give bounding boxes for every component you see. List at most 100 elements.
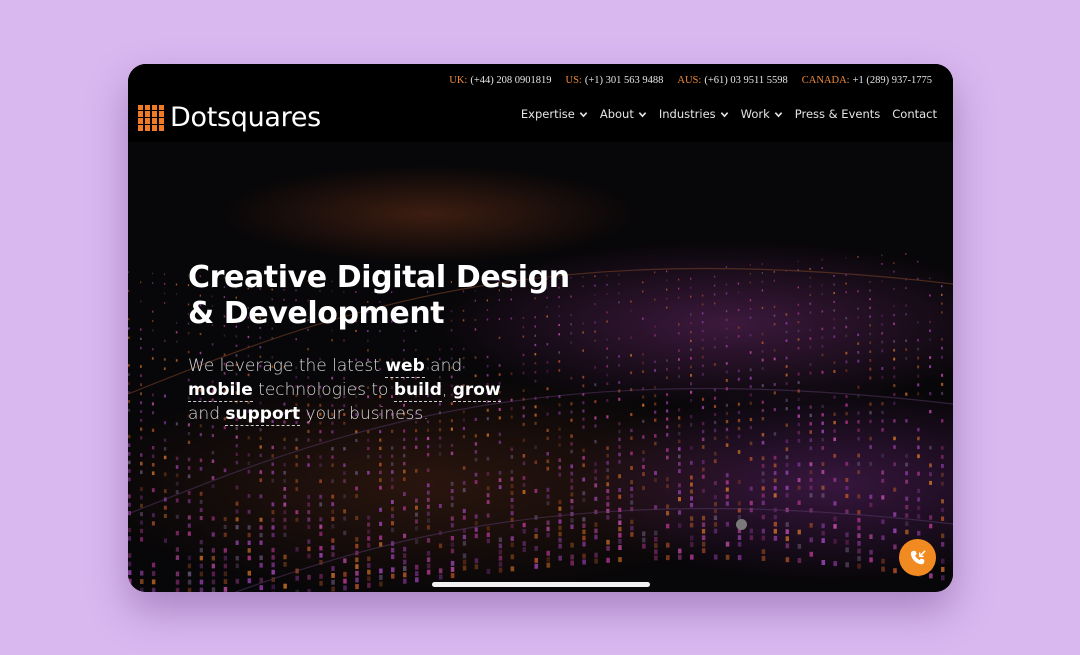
keyword-support[interactable]: support <box>225 404 301 426</box>
particle <box>522 353 525 357</box>
particle <box>666 542 670 548</box>
particle <box>749 441 753 446</box>
particle <box>331 516 335 521</box>
particle <box>893 313 895 317</box>
particle <box>773 471 777 476</box>
keyword-mobile[interactable]: mobile <box>188 380 253 402</box>
particle <box>678 375 680 378</box>
particle <box>618 488 622 492</box>
particle <box>630 519 634 525</box>
particle <box>355 577 359 583</box>
keyword-grow[interactable]: grow <box>452 380 501 402</box>
particle <box>367 470 370 475</box>
particle <box>929 320 931 324</box>
nav-expertise[interactable]: Expertise <box>521 107 588 121</box>
particle <box>163 292 166 295</box>
particle <box>128 578 132 584</box>
particle <box>187 350 190 354</box>
phone-us[interactable]: US: (+1) 301 563 9488 <box>566 75 664 86</box>
keyword-build[interactable]: build <box>393 380 442 402</box>
particle <box>905 313 907 316</box>
particle <box>355 494 358 498</box>
nav-press-events[interactable]: Press & Events <box>795 107 880 121</box>
nav-about[interactable]: About <box>600 107 647 121</box>
particle <box>235 435 238 439</box>
particle <box>737 434 741 439</box>
nav-work[interactable]: Work <box>741 107 783 121</box>
particle <box>833 283 835 286</box>
particle <box>845 547 849 553</box>
particle <box>845 532 849 538</box>
particle <box>128 373 130 376</box>
particle <box>905 253 907 255</box>
particle <box>749 351 752 354</box>
particle <box>857 351 860 354</box>
particle <box>666 448 669 452</box>
particle <box>905 479 909 484</box>
particle <box>857 316 859 319</box>
particle <box>845 403 848 407</box>
call-button[interactable] <box>899 539 936 576</box>
particle <box>893 487 897 492</box>
particle <box>737 479 741 484</box>
nav-contact[interactable]: Contact <box>892 107 937 121</box>
particle <box>295 510 299 515</box>
particle <box>594 400 597 404</box>
particle <box>307 553 311 559</box>
particle <box>367 339 369 342</box>
particle <box>558 543 562 549</box>
particle <box>630 466 633 470</box>
particle <box>869 419 872 424</box>
particle <box>534 534 538 539</box>
particle <box>522 529 526 534</box>
keyword-web[interactable]: web <box>385 356 425 378</box>
particle <box>570 554 574 560</box>
particle <box>761 384 764 388</box>
particle <box>761 456 765 461</box>
particle <box>941 382 944 386</box>
particle <box>642 403 645 407</box>
particle <box>247 335 250 339</box>
particle <box>140 453 143 457</box>
particle <box>630 428 633 433</box>
particle <box>259 428 262 432</box>
particle <box>307 463 310 467</box>
particle <box>486 433 489 437</box>
phone-uk[interactable]: UK: (+44) 208 0901819 <box>449 75 551 86</box>
particle <box>761 280 763 283</box>
phone-canada[interactable]: CANADA: +1 (289) 937-1775 <box>802 75 932 86</box>
particle <box>917 445 920 450</box>
particle <box>582 276 584 278</box>
particle <box>558 555 562 561</box>
particle <box>211 587 216 592</box>
site-logo[interactable]: Dotsquares <box>138 102 321 133</box>
particle <box>893 270 895 273</box>
particle <box>522 490 526 494</box>
phone-aus[interactable]: AUS: (+61) 03 9511 5598 <box>677 75 787 86</box>
particle <box>594 383 597 387</box>
nav-industries[interactable]: Industries <box>659 107 729 121</box>
particle <box>725 435 729 440</box>
particle <box>450 489 454 493</box>
particle <box>498 440 502 444</box>
particle <box>175 456 179 461</box>
particle <box>881 280 883 283</box>
particle <box>343 479 346 483</box>
particle <box>426 569 431 575</box>
particle <box>558 435 561 439</box>
particle <box>199 587 204 592</box>
particle <box>415 512 418 517</box>
particle <box>415 505 418 510</box>
particle <box>881 428 884 432</box>
particle <box>905 287 907 290</box>
particle <box>701 488 705 493</box>
particle <box>379 446 382 450</box>
particle <box>845 486 849 491</box>
particle <box>618 545 622 550</box>
particle <box>929 480 932 485</box>
particle <box>391 547 395 553</box>
particle <box>713 522 718 527</box>
particle <box>271 470 275 475</box>
particle <box>522 406 525 410</box>
particle <box>678 366 680 370</box>
